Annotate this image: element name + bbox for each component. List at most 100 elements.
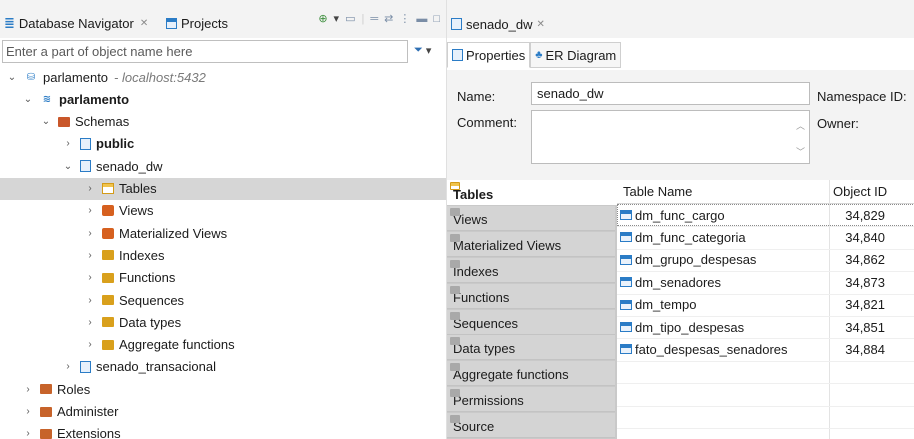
- link-editor-icon[interactable]: ⇄: [384, 12, 393, 25]
- table-row[interactable]: dm_grupo_despesas 34,862: [617, 249, 914, 271]
- table-icon: [620, 254, 632, 265]
- collapse-all-icon[interactable]: ═: [370, 13, 378, 25]
- tab-senado-dw[interactable]: senado_dw ✕: [451, 12, 545, 36]
- side-tab-indexes[interactable]: Indexes: [447, 257, 615, 283]
- filter-button[interactable]: ⏷ ▾: [414, 44, 431, 57]
- table-icon: [620, 277, 632, 288]
- table-icon: [620, 210, 632, 220]
- tab-projects[interactable]: Projects: [166, 13, 228, 33]
- materialized-views-icon: [102, 227, 114, 239]
- column-header-table-name[interactable]: Table Name: [623, 184, 692, 199]
- tab-label: Database Navigator: [18, 15, 134, 31]
- tab-er-diagram[interactable]: ♣ ER Diagram: [530, 42, 622, 68]
- tables-icon: [450, 182, 460, 190]
- tree-item[interactable]: › Functions: [0, 267, 446, 289]
- tab-database-navigator[interactable]: ≣ Database Navigator ✕: [4, 13, 148, 33]
- tree-item[interactable]: ⌄ senado_dw: [0, 155, 446, 177]
- tree-item[interactable]: › public: [0, 133, 446, 155]
- tree-item[interactable]: ⌄ Schemas: [0, 111, 446, 133]
- chevron-down-icon[interactable]: ⌄: [6, 72, 18, 83]
- tree-item[interactable]: › Data types: [0, 311, 446, 333]
- folder-icon: [102, 339, 114, 350]
- chevron-right-icon[interactable]: ›: [84, 228, 96, 239]
- side-tab-views[interactable]: Views: [447, 205, 615, 231]
- chevron-right-icon[interactable]: ›: [84, 295, 96, 306]
- row-divider: [617, 405, 914, 407]
- er-diagram-icon: ♣: [535, 49, 543, 61]
- chevron-right-icon[interactable]: ›: [22, 406, 34, 417]
- table-row[interactable]: dm_senadores 34,873: [617, 271, 914, 293]
- chevron-right-icon[interactable]: ›: [84, 339, 96, 350]
- folder-icon: [102, 295, 114, 305]
- filter-placeholder: Enter a part of object name here: [6, 44, 193, 59]
- dropdown-icon[interactable]: ▾: [334, 12, 340, 25]
- table-name-cell: fato_despesas_senadores: [620, 342, 788, 357]
- projects-icon: [166, 17, 177, 29]
- chevron-down-icon[interactable]: ﹀: [796, 145, 805, 158]
- chevron-right-icon[interactable]: ›: [22, 428, 34, 439]
- tree-item[interactable]: ⌄ ≋ parlamento: [0, 88, 446, 110]
- chevron-right-icon[interactable]: ›: [84, 272, 96, 283]
- close-icon[interactable]: ✕: [140, 18, 148, 29]
- properties-form: Name: senado_dw Namespace ID: Comment: ︿…: [447, 70, 914, 180]
- chevron-down-icon[interactable]: ⌄: [40, 116, 52, 127]
- chevron-right-icon[interactable]: ›: [22, 384, 34, 395]
- chevron-right-icon[interactable]: ›: [84, 183, 96, 194]
- tree-item[interactable]: › Tables: [0, 177, 446, 200]
- chevron-right-icon[interactable]: ›: [84, 317, 96, 328]
- side-tab-label: Aggregate functions: [453, 367, 569, 383]
- tree-item[interactable]: › senado_transacional: [0, 356, 446, 378]
- filter-icon: ⏷: [414, 44, 423, 56]
- chevron-down-icon[interactable]: ⌄: [62, 161, 74, 172]
- side-tab-aggregate-functions[interactable]: Aggregate functions: [447, 361, 615, 387]
- chevron-right-icon[interactable]: ›: [62, 138, 74, 149]
- database-navigator-panel: ≣ Database Navigator ✕ Projects ⊕ ▾ ▭ | …: [0, 0, 446, 439]
- name-field[interactable]: senado_dw: [531, 82, 810, 105]
- close-icon[interactable]: ✕: [537, 19, 545, 30]
- table-row[interactable]: fato_despesas_senadores 34,884: [617, 338, 914, 360]
- side-tab-sequences[interactable]: Sequences: [447, 309, 615, 335]
- chevron-down-icon[interactable]: ⌄: [22, 94, 34, 105]
- minimize-icon[interactable]: ▬: [416, 13, 427, 25]
- schema-editor: senado_dw ✕ Properties ♣ ER Diagram Name…: [446, 0, 914, 439]
- aggregate-functions-icon: [450, 363, 460, 372]
- new-connection-icon[interactable]: ⊕: [318, 12, 327, 25]
- sequences-icon: [450, 311, 460, 320]
- table-name: dm_tipo_despesas: [635, 319, 745, 335]
- tree-item[interactable]: › Materialized Views: [0, 222, 446, 244]
- tab-properties[interactable]: Properties: [447, 42, 531, 68]
- side-tab-source[interactable]: Source: [447, 413, 615, 439]
- chevron-right-icon[interactable]: ›: [84, 205, 96, 216]
- name-value: senado_dw: [537, 86, 604, 101]
- chevron-right-icon[interactable]: ›: [84, 250, 96, 261]
- view-menu-icon[interactable]: ⋮: [399, 12, 410, 25]
- row-divider: [617, 383, 914, 385]
- table-row[interactable]: dm_tempo 34,821: [617, 294, 914, 316]
- tree-item[interactable]: › Extensions: [0, 423, 446, 439]
- table-row[interactable]: dm_tipo_despesas 34,851: [617, 316, 914, 338]
- collapse-icon[interactable]: ▭: [345, 12, 355, 25]
- side-tab-materialized-views[interactable]: Materialized Views: [447, 231, 615, 257]
- tree-item-label: Functions: [119, 270, 176, 286]
- table-row[interactable]: dm_func_cargo 34,829: [617, 204, 914, 226]
- table-row[interactable]: dm_func_categoria 34,840: [617, 226, 914, 248]
- tree-item[interactable]: › Aggregate functions: [0, 334, 446, 356]
- tree-item[interactable]: › Sequences: [0, 289, 446, 311]
- side-tab-data-types[interactable]: Data types: [447, 335, 615, 361]
- side-tab-permissions[interactable]: Permissions: [447, 387, 615, 413]
- table-name: dm_senadores: [635, 274, 721, 290]
- table-name-cell: dm_func_cargo: [620, 208, 725, 223]
- comment-field[interactable]: ︿ ﹀: [531, 110, 810, 164]
- tree-item[interactable]: › Indexes: [0, 244, 446, 266]
- tree-item[interactable]: › Views: [0, 200, 446, 222]
- tree-item[interactable]: › Roles: [0, 378, 446, 400]
- side-tab-functions[interactable]: Functions: [447, 283, 615, 309]
- side-tab-tables[interactable]: Tables: [447, 180, 617, 205]
- chevron-up-icon[interactable]: ︿: [796, 119, 805, 132]
- tree-item[interactable]: › Administer: [0, 401, 446, 423]
- tree-item[interactable]: ⌄ ⛁ parlamento - localhost:5432: [0, 66, 446, 88]
- maximize-icon[interactable]: □: [433, 13, 440, 25]
- object-filter-input[interactable]: Enter a part of object name here: [2, 40, 408, 63]
- column-header-object-id[interactable]: Object ID: [833, 184, 887, 199]
- chevron-right-icon[interactable]: ›: [62, 361, 74, 372]
